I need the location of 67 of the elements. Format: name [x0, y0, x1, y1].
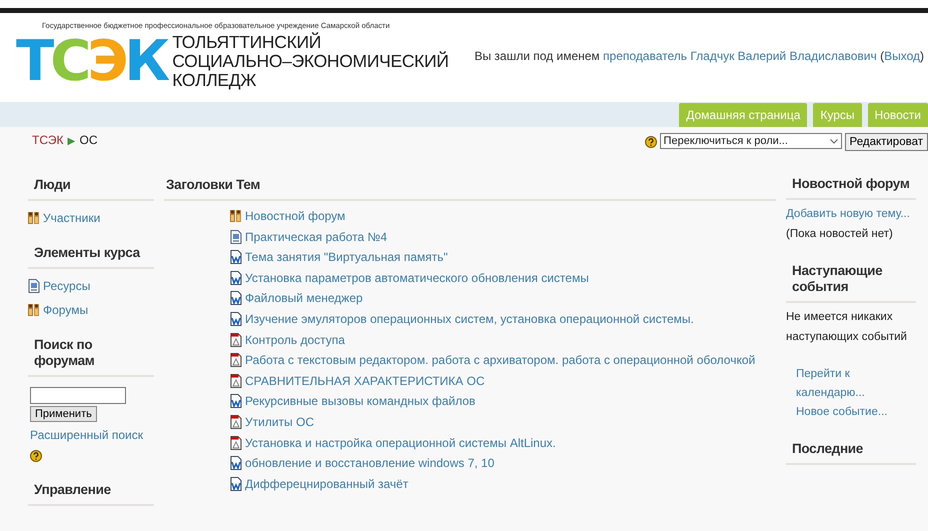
- help-icon[interactable]: [644, 136, 657, 148]
- breadcrumb-separator: ▶: [67, 135, 76, 147]
- topic-link[interactable]: обновление и восстановление windows 7, 10: [245, 456, 494, 470]
- edit-button[interactable]: Редактироват: [844, 133, 928, 151]
- login-info: Вы зашли под именем преподаватель Гладчук Валерий Владиславович (Выход): [474, 49, 924, 65]
- sidebar-link[interactable]: Ресурсы: [43, 279, 90, 293]
- block-heading: Новостной форум: [786, 173, 916, 200]
- pdf-document-icon: [230, 436, 242, 450]
- breadcrumb-link[interactable]: ТСЭК: [32, 133, 64, 147]
- pdf-document-icon: [230, 374, 242, 388]
- parenthesis: (: [880, 49, 884, 63]
- user-link[interactable]: преподаватель Гладчук Валерий Владиславович: [603, 49, 877, 63]
- topic-link[interactable]: Файловый менеджер: [245, 291, 363, 306]
- block-heading: Элементы курса: [28, 241, 154, 269]
- topic-link[interactable]: Утилиты ОС: [245, 414, 314, 429]
- calendar-link[interactable]: Новое событие...: [786, 403, 916, 422]
- apply-button[interactable]: Применить: [30, 406, 97, 422]
- topic-link[interactable]: Новостной форум: [245, 209, 346, 223]
- pdf-document-icon: [230, 353, 242, 368]
- breadcrumb-current: ОС: [79, 133, 98, 147]
- block-heading: Наступающие события: [786, 260, 916, 303]
- parenthesis: ): [920, 49, 924, 63]
- role-select[interactable]: Переключиться к роли...: [660, 133, 842, 149]
- word-document-icon: [230, 394, 242, 408]
- document-icon: [230, 230, 242, 244]
- sidebar-link[interactable]: Форумы: [43, 303, 88, 317]
- word-document-icon: [230, 476, 242, 491]
- calendar-link[interactable]: Перейти к календарю...: [786, 365, 916, 403]
- forum-icon: [230, 209, 242, 223]
- forum-icon: [28, 303, 40, 317]
- word-document-icon: [230, 270, 242, 285]
- topic-link[interactable]: Установка и настройка операционной системы AltLinux.: [245, 436, 556, 450]
- topic-link[interactable]: Дифферецнированный зачёт: [245, 476, 408, 491]
- college-name: ТОЛЬЯТТИНСКИЙ: [172, 33, 322, 52]
- section-heading: Заголовки Тем: [164, 173, 776, 201]
- college-logo: ТСЭК: [16, 34, 166, 90]
- block-heading: Последние: [786, 438, 916, 465]
- pdf-document-icon: [230, 414, 242, 429]
- pdf-document-icon: [230, 332, 242, 347]
- college-name: СОЦИАЛЬНО–ЭКОНОМИЧЕСКИЙ: [172, 52, 449, 71]
- topic-link[interactable]: Изучение эмуляторов операционных систем, установка операционной системы.: [245, 312, 694, 326]
- topic-link[interactable]: Работа с текстовым редактором. работа с архиватором. работа с операционной оболочкой: [245, 353, 756, 368]
- block-heading: Управление: [28, 478, 154, 506]
- block-text: Не имеется никаких наступающих событий: [786, 310, 908, 345]
- search-field[interactable]: [30, 387, 126, 404]
- help-icon[interactable]: [30, 450, 42, 462]
- sidebar-link[interactable]: Участники: [43, 211, 100, 225]
- logout-link[interactable]: Выход: [884, 49, 920, 63]
- topic-link[interactable]: Тема занятия "Виртуальная память": [245, 250, 448, 264]
- topic-link[interactable]: Практическая работа №4: [245, 230, 388, 244]
- word-document-icon: [230, 291, 242, 306]
- word-document-icon: [230, 312, 242, 326]
- block-heading: Поиск по форумам: [28, 333, 154, 377]
- add-topic-link[interactable]: Добавить новую тему...: [786, 204, 916, 224]
- block-text: (Пока новостей нет): [786, 227, 894, 242]
- document-icon: [28, 279, 40, 293]
- word-document-icon: [230, 250, 242, 264]
- dropdown-caret-icon: [830, 138, 838, 144]
- topic-link[interactable]: Контроль доступа: [245, 332, 345, 347]
- topic-link[interactable]: Рекурсивные вызовы командных файлов: [245, 394, 476, 408]
- forum-icon: [28, 211, 40, 225]
- advanced-search-link[interactable]: Расширенный поиск: [30, 428, 143, 442]
- word-document-icon: [230, 456, 242, 470]
- topic-link[interactable]: СРАВНИТЕЛЬНАЯ ХАРАКТЕРИСТИКА ОС: [245, 374, 485, 388]
- block-heading: Люди: [28, 173, 154, 201]
- college-name: КОЛЛЕДЖ: [172, 71, 256, 90]
- topic-link[interactable]: Установка параметров автоматического обновления системы: [245, 270, 589, 285]
